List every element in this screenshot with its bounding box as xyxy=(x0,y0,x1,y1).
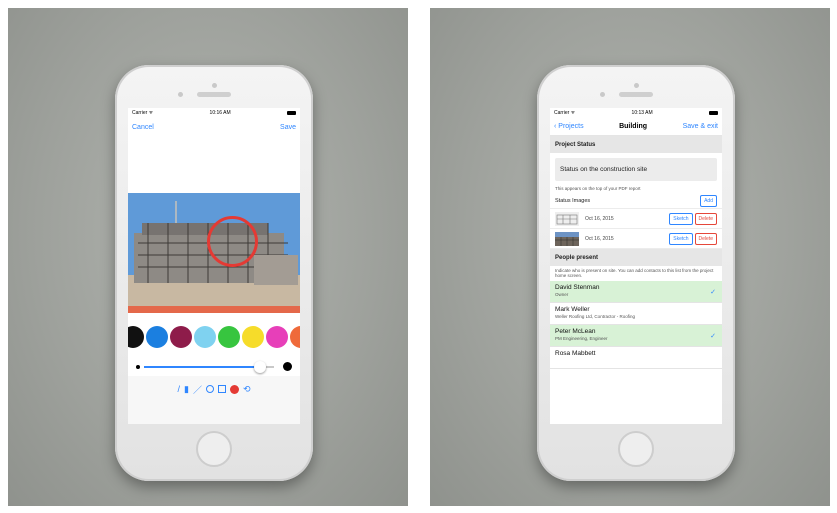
status-hint: This appears on the top of your PDF repo… xyxy=(555,186,641,191)
rectangle-icon[interactable] xyxy=(217,385,226,393)
person-row[interactable]: Peter McLean PM Engineering, Engineer ✓ xyxy=(550,325,722,347)
back-label: Projects xyxy=(558,123,584,130)
carrier-label: Carrier ᯤ xyxy=(554,110,576,116)
status-bar: Carrier ᯤ 10:16 AM xyxy=(128,108,300,118)
person-name: Rosa Mabbett xyxy=(555,350,596,357)
drawing-toolbar: / ▮ ／ ⟲ xyxy=(128,380,300,398)
brush-size-slider[interactable] xyxy=(136,361,292,373)
add-image-button[interactable]: Add xyxy=(700,194,717,207)
status-images-label: Status Images xyxy=(555,197,591,204)
image-date: Oct 16, 2015 xyxy=(585,235,614,242)
section-header-people: People present xyxy=(550,249,722,266)
checkmark-icon: ✓ xyxy=(710,333,716,340)
people-hint: Indicate who is present on site. You can… xyxy=(555,268,714,278)
sketch-button[interactable]: Sketch xyxy=(669,212,693,225)
sketch-thumbnail[interactable] xyxy=(555,211,579,226)
construction-photo[interactable] xyxy=(128,193,300,313)
color-swatch-blue[interactable] xyxy=(146,326,168,348)
person-name: David Stenman xyxy=(555,284,600,291)
section-header-project-status: Project Status xyxy=(550,136,722,153)
camera xyxy=(634,83,639,88)
image-date: Oct 16, 2015 xyxy=(585,215,614,222)
battery-icon xyxy=(709,111,718,115)
clock: 10:13 AM xyxy=(631,110,653,116)
cancel-button[interactable]: Cancel xyxy=(132,124,154,131)
speaker xyxy=(619,92,653,97)
marker-icon[interactable]: ▮ xyxy=(184,384,189,395)
back-button[interactable]: ‹ Projects xyxy=(554,123,584,130)
undo-icon[interactable]: ⟲ xyxy=(243,384,251,395)
line-icon[interactable]: ／ xyxy=(193,383,202,396)
checkmark-icon: ✓ xyxy=(710,289,716,296)
list-item: Oct 16, 2015 Sketch Delete xyxy=(550,229,722,249)
person-name: Peter McLean xyxy=(555,328,596,335)
phone-left: Carrier ᯤ 10:16 AM Cancel Save / ▮ ／ ⟲ xyxy=(115,65,313,481)
person-role: Weller Roofing Ltd, Contractor - Roofing xyxy=(555,314,635,319)
speaker xyxy=(197,92,231,97)
nav-bar: ‹ Projects Building Save & exit xyxy=(550,118,722,136)
camera xyxy=(212,83,217,88)
home-button[interactable] xyxy=(196,431,232,467)
sketch-circle-annotation xyxy=(207,216,258,267)
color-palette xyxy=(128,326,300,350)
color-swatch-black[interactable] xyxy=(128,326,144,348)
large-size-icon xyxy=(283,362,292,371)
battery-icon xyxy=(287,111,296,115)
status-images-row: Status Images Add xyxy=(550,193,722,209)
person-row[interactable]: Rosa Mabbett xyxy=(550,347,722,369)
color-swatch-orange[interactable] xyxy=(290,326,300,348)
color-swatch-lightblue[interactable] xyxy=(194,326,216,348)
color-icon[interactable] xyxy=(229,384,239,394)
sensor xyxy=(178,92,183,97)
brush-icon[interactable]: / xyxy=(177,384,180,394)
nav-bar: Cancel Save xyxy=(128,118,300,136)
carrier-label: Carrier ᯤ xyxy=(132,110,154,116)
person-role: PM Engineering, Engineer xyxy=(555,336,608,341)
right-panel: Carrier ᯤ 10:13 AM ‹ Projects Building S… xyxy=(430,8,830,506)
sketch-screen: Carrier ᯤ 10:16 AM Cancel Save / ▮ ／ ⟲ xyxy=(128,108,300,424)
list-item: Oct 16, 2015 Sketch Delete xyxy=(550,209,722,229)
home-button[interactable] xyxy=(618,431,654,467)
sketch-button[interactable]: Sketch xyxy=(669,232,693,245)
save-button[interactable]: Save xyxy=(280,124,296,131)
small-size-icon xyxy=(136,365,140,369)
save-exit-button[interactable]: Save & exit xyxy=(683,123,718,130)
left-panel: Carrier ᯤ 10:16 AM Cancel Save / ▮ ／ ⟲ xyxy=(8,8,408,506)
project-status-input[interactable]: Status on the construction site xyxy=(555,158,717,181)
photo-thumbnail[interactable] xyxy=(555,231,579,246)
delete-button[interactable]: Delete xyxy=(694,212,717,225)
color-swatch-green[interactable] xyxy=(218,326,240,348)
person-row[interactable]: David Stenman Owner ✓ xyxy=(550,281,722,303)
page-title: Building xyxy=(619,123,648,130)
color-swatch-yellow[interactable] xyxy=(242,326,264,348)
circle-icon[interactable] xyxy=(205,385,214,393)
slider-knob[interactable] xyxy=(254,361,266,373)
status-bar: Carrier ᯤ 10:13 AM xyxy=(550,108,722,118)
phone-right: Carrier ᯤ 10:13 AM ‹ Projects Building S… xyxy=(537,65,735,481)
clock: 10:16 AM xyxy=(209,110,231,116)
person-name: Mark Weller xyxy=(555,306,590,313)
person-role: Owner xyxy=(555,292,569,297)
color-swatch-pink[interactable] xyxy=(266,326,288,348)
sensor xyxy=(600,92,605,97)
project-screen: Carrier ᯤ 10:13 AM ‹ Projects Building S… xyxy=(550,108,722,424)
color-swatch-maroon[interactable] xyxy=(170,326,192,348)
delete-button[interactable]: Delete xyxy=(694,232,717,245)
person-row[interactable]: Mark Weller Weller Roofing Ltd, Contract… xyxy=(550,303,722,325)
